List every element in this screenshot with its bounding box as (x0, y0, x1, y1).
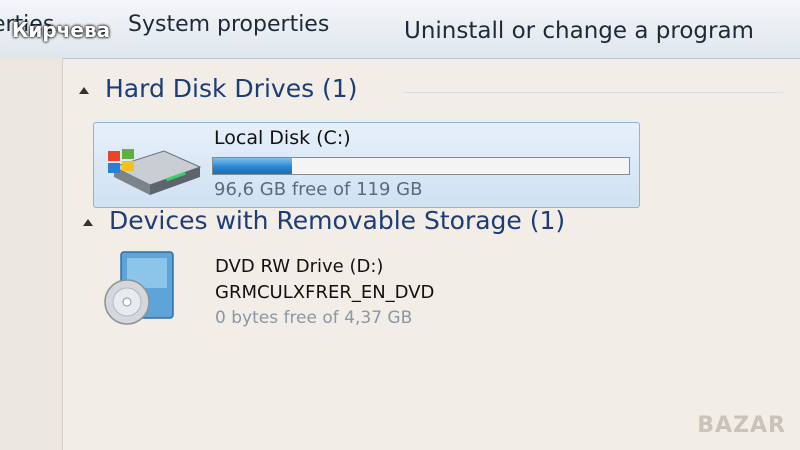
drive-free-space: 96,6 GB free of 119 GB (214, 179, 423, 200)
drive-item-dvd[interactable]: DVD RW Drive (D:) GRMCULXFRER_EN_DVD 0 b… (99, 246, 659, 336)
drive-tile-local-disk[interactable]: Local Disk (C:) 96,6 GB free of 119 GB (93, 122, 640, 208)
hard-disk-windows-icon (108, 149, 202, 195)
collapse-triangle-icon[interactable] (83, 218, 93, 226)
group-header-removable-storage[interactable]: Devices with Removable Storage (1) (83, 206, 565, 235)
navigation-pane[interactable] (0, 58, 63, 450)
drive-name: DVD RW Drive (D:) (215, 256, 384, 277)
group-title: Hard Disk Drives (1) (105, 74, 358, 103)
group-header-hard-disk-drives[interactable]: Hard Disk Drives (1) (79, 74, 357, 103)
drive-free-space: 0 bytes free of 4,37 GB (215, 308, 413, 328)
dvd-disc-icon (104, 251, 174, 325)
seller-watermark: Кирчева (12, 18, 111, 42)
bazar-watermark-logo: BAZAR (697, 413, 786, 438)
command-bar: perties System properties Uninstall or c… (0, 0, 800, 59)
disk-usage-fill (213, 158, 293, 174)
volume-label: GRMCULXFRER_EN_DVD (215, 282, 435, 303)
disk-usage-bar (212, 157, 630, 175)
group-title: Devices with Removable Storage (1) (109, 206, 566, 235)
uninstall-program-button[interactable]: Uninstall or change a program (404, 18, 754, 44)
group-divider (403, 92, 783, 93)
drives-view: Hard Disk Drives (1) Local Disk (C:) 96,… (63, 58, 800, 450)
system-properties-button[interactable]: System properties (128, 12, 329, 37)
collapse-triangle-icon[interactable] (79, 86, 89, 94)
drive-name: Local Disk (C:) (214, 127, 351, 149)
